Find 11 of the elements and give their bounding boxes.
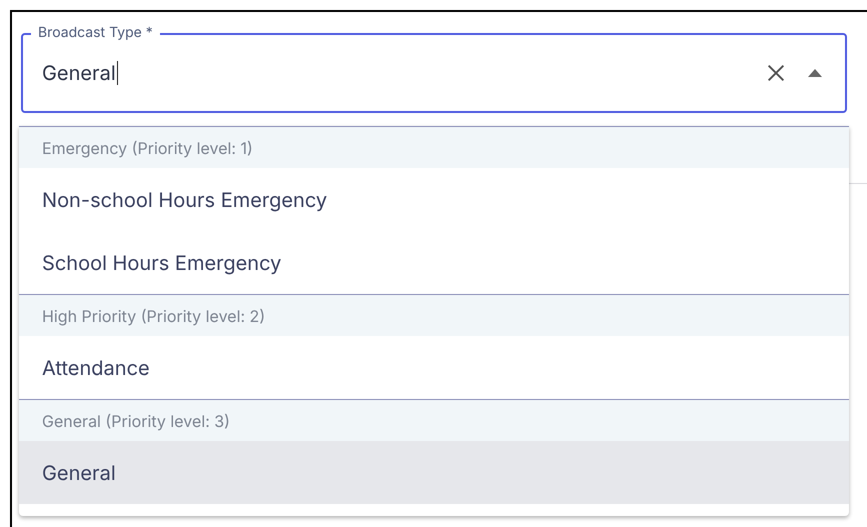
- group-header: Emergency (Priority level: 1): [19, 127, 849, 168]
- menu-option[interactable]: General: [19, 441, 849, 504]
- field-value: General: [42, 61, 118, 85]
- menu-option[interactable]: Attendance: [19, 336, 849, 399]
- group-header: General (Priority level: 3): [19, 400, 849, 441]
- clear-icon[interactable]: [765, 62, 787, 84]
- menu-option[interactable]: School Hours Emergency: [19, 231, 849, 294]
- group-header: High Priority (Priority level: 2): [19, 295, 849, 336]
- field-label: Broadcast Type *: [31, 24, 160, 42]
- collapse-caret-icon[interactable]: [807, 68, 823, 78]
- menu-option[interactable]: Non-school Hours Emergency: [19, 168, 849, 231]
